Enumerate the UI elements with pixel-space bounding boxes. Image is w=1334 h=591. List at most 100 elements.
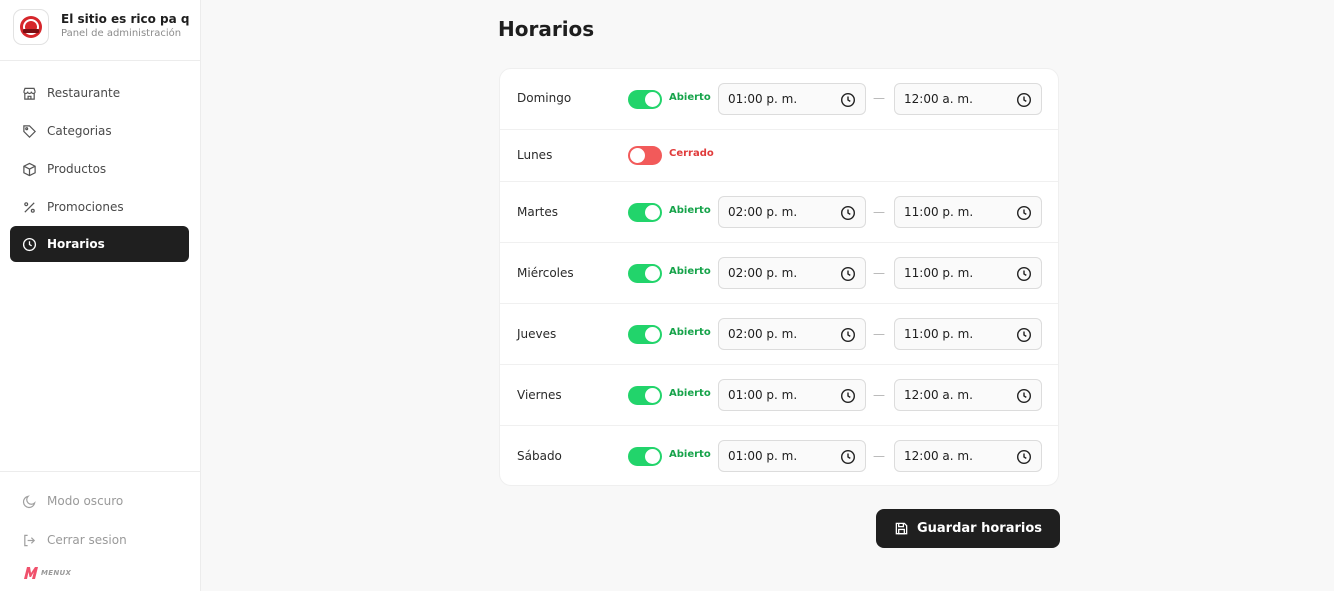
closing-time-input[interactable]: 11:00 p. m. <box>894 257 1042 289</box>
clock-icon[interactable] <box>1016 92 1032 108</box>
clock-icon[interactable] <box>840 266 856 282</box>
logout-icon <box>21 532 37 548</box>
opening-time-input[interactable]: 01:00 p. m. <box>718 440 866 472</box>
sidebar-item-label: Restaurante <box>47 86 121 100</box>
day-label: Domingo <box>517 91 572 105</box>
clock-icon[interactable] <box>1016 205 1032 221</box>
sidebar-item-restaurante[interactable]: Restaurante <box>10 75 189 111</box>
save-schedule-button[interactable]: Guardar horarios <box>876 509 1060 548</box>
closing-time-value: 11:00 p. m. <box>904 205 974 219</box>
day-label: Viernes <box>517 388 562 402</box>
sidebar-item-label: Promociones <box>47 200 124 214</box>
save-button-label: Guardar horarios <box>916 521 1043 536</box>
open-toggle[interactable] <box>628 447 662 466</box>
closing-time-input[interactable]: 11:00 p. m. <box>894 318 1042 350</box>
schedule-row-lunes: Lunes Cerrado <box>500 130 1058 182</box>
time-separator: — <box>873 266 885 280</box>
restaurant-name: El sitio es rico pa q <box>61 12 190 26</box>
logout-label: Cerrar sesion <box>47 533 127 547</box>
opening-time-input[interactable]: 02:00 p. m. <box>718 257 866 289</box>
schedule-row-domingo: Domingo Abierto 01:00 p. m. — 12:00 a. m… <box>500 69 1058 130</box>
clock-icon[interactable] <box>1016 449 1032 465</box>
clock-icon[interactable] <box>1016 327 1032 343</box>
open-toggle[interactable] <box>628 325 662 344</box>
time-separator: — <box>873 388 885 402</box>
moon-icon <box>21 493 37 509</box>
time-separator: — <box>873 449 885 463</box>
day-label: Martes <box>517 205 558 219</box>
schedule-row-martes: Martes Abierto 02:00 p. m. — 11:00 p. m. <box>500 182 1058 243</box>
closing-time-value: 12:00 a. m. <box>904 449 973 463</box>
time-separator: — <box>873 205 885 219</box>
sidebar-item-categorias[interactable]: Categorias <box>10 113 189 149</box>
opening-time-input[interactable]: 01:00 p. m. <box>718 379 866 411</box>
menux-logo: MENUX <box>23 566 71 580</box>
status-label: Cerrado <box>669 148 714 159</box>
opening-time-input[interactable]: 01:00 p. m. <box>718 83 866 115</box>
status-label: Abierto <box>669 449 711 460</box>
open-toggle[interactable] <box>628 264 662 283</box>
opening-time-value: 02:00 p. m. <box>728 205 798 219</box>
dark-mode-label: Modo oscuro <box>47 494 124 508</box>
clock-icon[interactable] <box>840 388 856 404</box>
dark-mode-toggle[interactable]: Modo oscuro <box>10 486 189 516</box>
opening-time-input[interactable]: 02:00 p. m. <box>718 196 866 228</box>
page-title: Horarios <box>498 17 595 41</box>
status-label: Abierto <box>669 388 711 399</box>
open-toggle[interactable] <box>628 386 662 405</box>
clock-icon[interactable] <box>1016 266 1032 282</box>
closing-time-value: 12:00 a. m. <box>904 92 973 106</box>
sidebar: El sitio es rico pa q Panel de administr… <box>0 0 201 591</box>
menux-logo-text: MENUX <box>41 569 72 577</box>
day-label: Jueves <box>517 327 557 341</box>
closing-time-value: 11:00 p. m. <box>904 266 974 280</box>
sidebar-item-promociones[interactable]: Promociones <box>10 189 189 225</box>
opening-time-input[interactable]: 02:00 p. m. <box>718 318 866 350</box>
tag-icon <box>21 123 37 139</box>
opening-time-value: 02:00 p. m. <box>728 327 798 341</box>
opening-time-value: 01:00 p. m. <box>728 92 798 106</box>
sidebar-divider <box>0 471 200 472</box>
closing-time-input[interactable]: 12:00 a. m. <box>894 83 1042 115</box>
sidebar-item-productos[interactable]: Productos <box>10 151 189 187</box>
sidebar-item-label: Productos <box>47 162 107 176</box>
clock-icon[interactable] <box>840 205 856 221</box>
clock-icon[interactable] <box>840 327 856 343</box>
status-label: Abierto <box>669 92 711 103</box>
closing-time-value: 11:00 p. m. <box>904 327 974 341</box>
schedule-row-miercoles: Miércoles Abierto 02:00 p. m. — 11:00 p.… <box>500 243 1058 304</box>
box-icon <box>21 161 37 177</box>
sidebar-item-horarios[interactable]: Horarios <box>10 226 189 262</box>
open-toggle[interactable] <box>628 90 662 109</box>
open-toggle[interactable] <box>628 203 662 222</box>
clock-icon <box>21 236 37 252</box>
open-toggle[interactable] <box>628 146 662 165</box>
restaurant-logo <box>13 9 49 45</box>
schedule-row-sabado: Sábado Abierto 01:00 p. m. — 12:00 a. m. <box>500 426 1058 486</box>
clock-icon[interactable] <box>840 92 856 108</box>
percent-icon <box>21 199 37 215</box>
logout-button[interactable]: Cerrar sesion <box>10 525 189 555</box>
day-label: Sábado <box>517 449 562 463</box>
closing-time-input[interactable]: 12:00 a. m. <box>894 379 1042 411</box>
day-label: Miércoles <box>517 266 574 280</box>
clock-icon[interactable] <box>840 449 856 465</box>
save-icon <box>894 521 909 536</box>
time-separator: — <box>873 91 885 105</box>
opening-time-value: 01:00 p. m. <box>728 388 798 402</box>
schedule-row-viernes: Viernes Abierto 01:00 p. m. — 12:00 a. m… <box>500 365 1058 426</box>
menux-m-icon <box>24 567 38 579</box>
sidebar-item-label: Horarios <box>47 237 105 251</box>
status-label: Abierto <box>669 205 711 216</box>
sidebar-item-label: Categorias <box>47 124 112 138</box>
status-label: Abierto <box>669 327 711 338</box>
closing-time-input[interactable]: 12:00 a. m. <box>894 440 1042 472</box>
opening-time-value: 02:00 p. m. <box>728 266 798 280</box>
opening-time-value: 01:00 p. m. <box>728 449 798 463</box>
store-icon <box>21 85 37 101</box>
status-label: Abierto <box>669 266 711 277</box>
closing-time-value: 12:00 a. m. <box>904 388 973 402</box>
closing-time-input[interactable]: 11:00 p. m. <box>894 196 1042 228</box>
schedule-card: Domingo Abierto 01:00 p. m. — 12:00 a. m… <box>499 68 1059 486</box>
clock-icon[interactable] <box>1016 388 1032 404</box>
